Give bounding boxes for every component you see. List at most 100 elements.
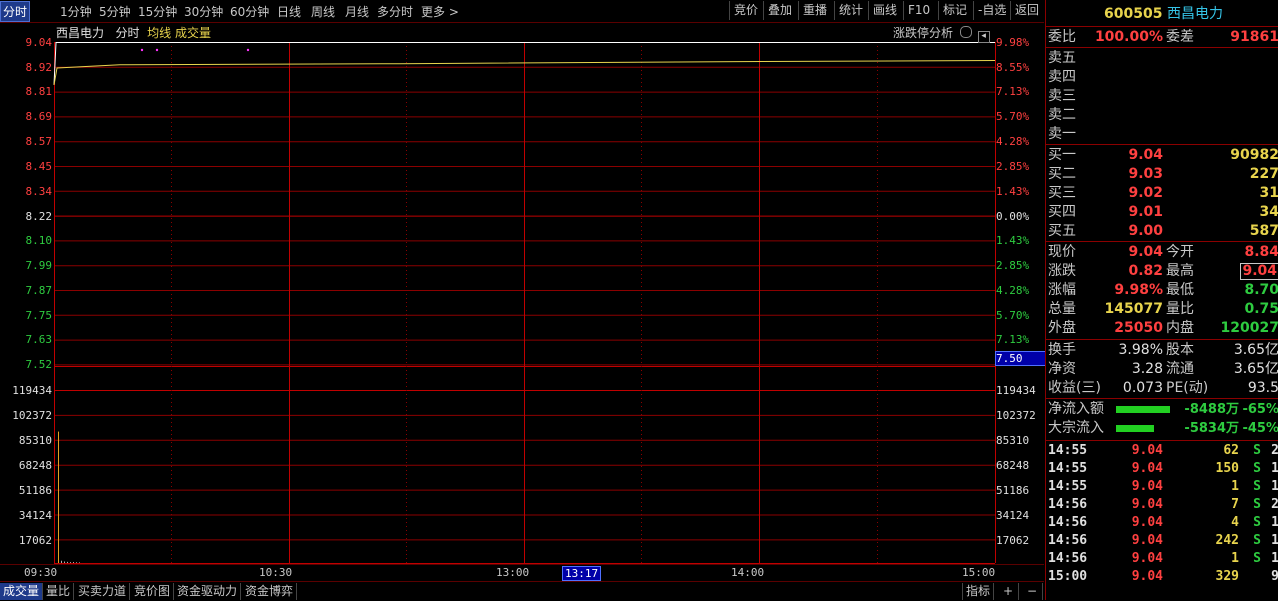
tick-row: 14:56 9.04 4 S 1 [1048,514,1278,532]
price-label: 7.75 [25,309,53,322]
tick-time: 14:56 [1048,497,1088,512]
tab-fund-drive[interactable]: 资金驱动力 [174,583,242,600]
stock-code: 600505 [1104,6,1163,22]
limit-analysis-button[interactable]: 涨跌停分析 ◂ [893,24,990,43]
period-tab-weekly[interactable]: 周线 [311,3,335,20]
order-price: 9.03 [1128,166,1163,182]
order-row-sell[interactable]: 卖四 [1048,68,1278,87]
tab-volume[interactable]: 成交量 [0,583,44,600]
order-row-buy[interactable]: 买二 9.03 227 [1048,165,1278,184]
time-label: 15:00 [962,566,996,579]
order-row-buy[interactable]: 买三 9.02 31 [1048,184,1278,203]
avg-line-label: 均线 [147,26,172,40]
period-tab-daily[interactable]: 日线 [277,3,301,20]
order-label: 买二 [1048,166,1076,182]
order-volume: 587 [1249,223,1278,239]
tick-volume: 7 [1231,497,1239,512]
order-label: 卖一 [1048,126,1076,142]
replay-button[interactable]: 重播 [798,1,831,20]
period-tab-intraday[interactable]: 分时 [0,1,31,22]
fundamental-label: 流通 [1166,361,1194,377]
price-label: 8.45 [25,160,53,173]
tick-volume: 1 [1231,551,1239,566]
collapse-icon[interactable]: ◂ [977,31,990,43]
period-tab-monthly[interactable]: 月线 [345,3,369,20]
fundamental-value: 0.073 [1122,380,1163,396]
order-row-sell[interactable]: 卖一 [1048,125,1278,144]
statistics-button[interactable]: 统计 [834,1,867,20]
tick-price: 9.04 [1131,533,1163,548]
tick-volume: 1 [1231,479,1239,494]
tab-volume-ratio[interactable]: 量比 [43,583,75,600]
order-price: 9.00 [1128,223,1163,239]
order-ratio-row: 委比 100.00% 委差 91861 [1048,28,1278,47]
period-tab-5min[interactable]: 5分钟 [99,3,131,20]
tick-count: 2 [1271,443,1278,458]
tick-time: 14:56 [1048,515,1088,530]
volume-label: 85310 [996,434,1030,447]
tick-price: 9.04 [1131,515,1163,530]
flow-label: 大宗流入 [1048,420,1104,436]
tick-volume: 62 [1223,443,1239,458]
pct-label: 5.70% [996,110,1030,123]
period-tab-60min[interactable]: 60分钟 [230,3,269,20]
draw-line-button[interactable]: 画线 [868,1,901,20]
order-price: 9.01 [1128,204,1163,220]
volume-label: 119434 [996,384,1036,397]
tab-fund-game[interactable]: 资金博弈 [242,583,298,600]
flow-row: 净流入额 -8488万 -65% [1048,400,1278,419]
auction-button[interactable]: 竞价 [729,1,762,20]
settings-icon[interactable] [959,26,972,38]
order-row-sell[interactable]: 卖三 [1048,87,1278,106]
order-label: 卖二 [1048,107,1076,123]
back-button[interactable]: 返回 [1010,1,1043,20]
indicator-button[interactable]: 指标 [962,583,995,600]
zoom-in-button[interactable]: + [998,583,1019,600]
overlay-button[interactable]: 叠加 [763,1,796,20]
pct-label: 7.13% [996,333,1030,346]
period-tab-15min[interactable]: 15分钟 [138,3,177,20]
f10-button[interactable]: F10 [903,1,934,20]
period-tab-1min[interactable]: 1分钟 [60,3,92,20]
tick-row: 14:56 9.04 1 S 1 [1048,550,1278,568]
flow-pct: -45% [1242,421,1278,436]
tab-auction-chart[interactable]: 竞价图 [131,583,175,600]
zoom-out-button[interactable]: − [1022,583,1043,600]
price-label: 7.87 [25,284,53,297]
time-label: 14:00 [731,566,765,579]
volume-label: 68248 [996,459,1030,472]
price-label: 8.57 [25,135,53,148]
tab-buy-sell-force[interactable]: 买卖力道 [75,583,131,600]
order-row-sell[interactable]: 卖五 [1048,49,1278,68]
quote-row: 总量 145077 量比 0.75 [1048,300,1278,319]
pct-label: 2.85% [996,160,1030,173]
order-row-buy[interactable]: 买五 9.00 587 [1048,222,1278,241]
chart-mode-label: 分时 [115,26,140,40]
period-tab-multi-intraday[interactable]: 多分时 [377,3,413,20]
intraday-chart[interactable] [0,22,1044,564]
tick-row: 14:55 9.04 1 S 1 [1048,478,1278,496]
volume-bars [58,431,80,563]
chart-toolbar: 分时 1分钟 5分钟 15分钟 30分钟 60分钟 日线 周线 月线 多分时 更… [0,0,1044,23]
period-tab-more[interactable]: 更多 > [421,3,459,20]
quote-value: 0.75 [1244,301,1278,317]
quote-label: 量比 [1166,301,1194,317]
percent-axis-right: 9.98% 8.55% 7.13% 5.70% 4.28% 2.85% 1.43… [995,22,1046,564]
order-volume: 34 [1259,204,1278,220]
order-row-buy[interactable]: 买四 9.01 34 [1048,203,1278,222]
tick-volume: 329 [1215,569,1239,584]
period-tab-30min[interactable]: 30分钟 [184,3,223,20]
remove-watchlist-button[interactable]: -自选 [973,1,1010,20]
order-row-buy[interactable]: 买一 9.04 90982 [1048,146,1278,165]
mark-button[interactable]: 标记 [938,1,971,20]
volume-label: 102372 [12,409,52,422]
tick-time: 15:00 [1048,569,1088,584]
volume-label: 51186 [18,484,52,497]
indicator-tabs: 成交量 量比 买卖力道 竞价图 资金驱动力 资金博弈 指标 + − [0,581,1044,601]
flow-value: -5834万 [1184,421,1239,436]
fundamental-row: 换手 3.98% 股本 3.65亿 [1048,341,1278,360]
flow-row: 大宗流入 -5834万 -45% [1048,419,1278,438]
divider [1046,26,1278,27]
divider [1046,144,1278,145]
order-row-sell[interactable]: 卖二 [1048,106,1278,125]
